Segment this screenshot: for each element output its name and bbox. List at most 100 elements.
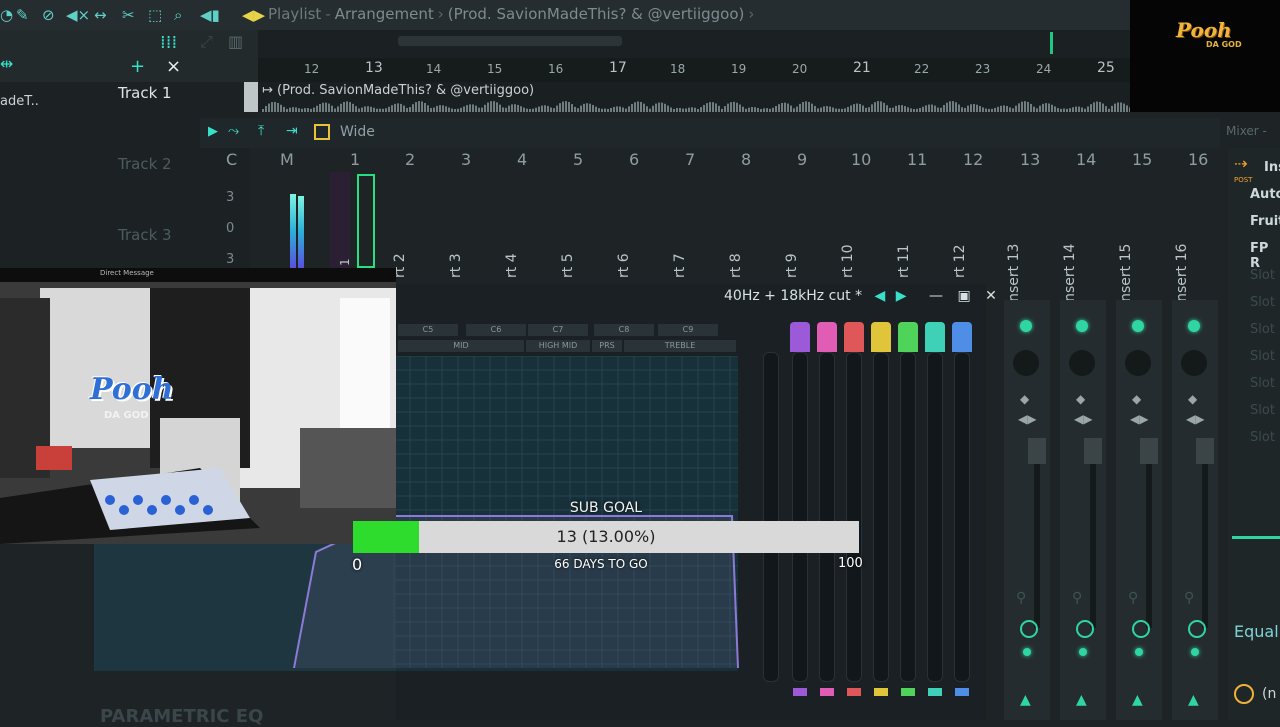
band-button-c6[interactable]: C6 (466, 324, 526, 336)
time-ruler[interactable]: 12 13 14 15 16 17 18 19 20 21 22 23 24 25 (258, 58, 1130, 82)
ruler-mark-23[interactable]: 23 (975, 62, 990, 76)
eq-band-6-track[interactable] (927, 352, 943, 682)
route-icon[interactable]: ⤳ (228, 123, 239, 139)
ruler-mark-20[interactable]: 20 (792, 62, 807, 76)
pan-knob[interactable] (1125, 350, 1151, 376)
swap-channels-icon[interactable]: ◀▶ (1130, 412, 1148, 426)
swap-channels-icon[interactable]: ◀▶ (1186, 412, 1204, 426)
route-up-icon[interactable]: ▲ (1188, 692, 1199, 708)
fx-slot[interactable]: Slot (1250, 295, 1275, 310)
mixer-channel-14[interactable]: 14 (1076, 150, 1096, 169)
band-button-c9[interactable]: C9 (658, 324, 718, 336)
mixer-channel-5[interactable]: 5 (573, 150, 583, 169)
insert-1-meter[interactable] (330, 172, 350, 268)
route-mic-icon[interactable]: ⚲ (1072, 590, 1082, 606)
fx-slot[interactable]: Slot (1250, 322, 1275, 337)
route-up-icon[interactable]: ▲ (1020, 692, 1031, 708)
eq-band-5-track[interactable] (900, 352, 916, 682)
ruler-mark-19[interactable]: 19 (731, 62, 746, 76)
snap-icon[interactable]: ⇹ (0, 54, 13, 73)
band-button-c8[interactable]: C8 (594, 324, 654, 336)
route-led[interactable] (1079, 648, 1087, 656)
mixer-channel-11[interactable]: 11 (907, 150, 927, 169)
breadcrumb-section[interactable]: Arrangement (335, 5, 434, 23)
close-eq-icon[interactable]: ✕ (985, 288, 997, 304)
master-gain-track[interactable] (763, 352, 779, 682)
route-up-icon[interactable]: ▲ (1076, 692, 1087, 708)
fx-slot[interactable]: Slot (1250, 376, 1275, 391)
insert-label[interactable]: Insert 14 (1062, 244, 1078, 306)
mute-tool-icon[interactable]: ⊘ (42, 6, 55, 24)
ruler-mark-17[interactable]: 17 (609, 60, 627, 76)
volume-fader[interactable] (1140, 438, 1158, 464)
mixer-channel-3[interactable]: 3 (461, 150, 471, 169)
export-icon[interactable]: ⤒ (258, 123, 264, 139)
route-mic-icon[interactable]: ⚲ (1184, 590, 1194, 606)
mixer-channel-2[interactable]: 2 (405, 150, 415, 169)
equalizer-label[interactable]: Equaliz (1234, 622, 1280, 641)
insert-active-led[interactable] (1076, 320, 1088, 332)
pointer-icon[interactable]: ✎ (16, 6, 29, 24)
volume-fader[interactable] (1084, 438, 1102, 464)
pan-knob[interactable] (1181, 350, 1207, 376)
eq-band-5-handle[interactable] (898, 322, 918, 352)
band-range-treble[interactable]: TREBLE (624, 340, 736, 352)
time-icon[interactable] (1234, 684, 1254, 704)
track-1-label[interactable]: Track 1 (118, 84, 172, 102)
volume-fader-track[interactable] (1034, 438, 1040, 628)
mixer-channel-13[interactable]: 13 (1020, 150, 1040, 169)
eq-band-4-track[interactable] (873, 352, 889, 682)
piano-icon[interactable]: ▥ (228, 32, 243, 51)
band-range-prs[interactable]: PRS (592, 340, 622, 352)
mixer-channel-9[interactable]: 9 (797, 150, 807, 169)
route-led[interactable] (1023, 648, 1031, 656)
mixer-channel-6[interactable]: 6 (629, 150, 639, 169)
insert-label-short[interactable]: rt 5 (560, 253, 576, 278)
timeline-overview[interactable] (258, 30, 1130, 58)
route-mic-icon[interactable]: ⚲ (1016, 590, 1026, 606)
sidechain-icon[interactable]: ⇥ (286, 123, 298, 139)
eq-band-7-track[interactable] (954, 352, 970, 682)
slice-icon[interactable]: ✂ (122, 6, 135, 24)
play-icon[interactable]: ▶ (208, 124, 218, 139)
fx-slot[interactable]: Fruit (1250, 214, 1280, 229)
add-icon[interactable]: + (130, 56, 145, 77)
fx-slot[interactable]: Inse (1264, 160, 1280, 175)
ruler-mark-16[interactable]: 16 (548, 62, 563, 76)
insert-label-short[interactable]: rt 3 (448, 253, 464, 278)
route-led[interactable] (1191, 648, 1199, 656)
track-3-label[interactable]: Track 3 (118, 226, 172, 244)
mixer-channel-1[interactable]: 1 (350, 150, 360, 169)
mixer-channel-12[interactable]: 12 (963, 150, 983, 169)
ruler-mark-25[interactable]: 25 (1097, 60, 1115, 76)
eq-band-2-track[interactable] (819, 352, 835, 682)
insert-label-short[interactable]: rt 12 (952, 244, 968, 278)
insert-label-short[interactable]: rt 7 (672, 253, 688, 278)
band-button-c5[interactable]: C5 (398, 324, 458, 336)
eq-band-7-handle[interactable] (952, 322, 972, 352)
eq-band-1-track[interactable] (792, 352, 808, 682)
post-icon[interactable]: ⇢ (1234, 154, 1247, 173)
mixer-channel-15[interactable]: 15 (1132, 150, 1152, 169)
insert-label-short[interactable]: rt 6 (616, 253, 632, 278)
insert-label-short[interactable]: rt 10 (840, 244, 856, 278)
send-icon[interactable] (1020, 620, 1038, 638)
send-icon[interactable] (1076, 620, 1094, 638)
minimize-icon[interactable]: — (929, 288, 943, 304)
route-led[interactable] (1135, 648, 1143, 656)
track-2-label[interactable]: Track 2 (118, 155, 172, 173)
insert-1-selected[interactable] (357, 174, 375, 268)
zoom-icon[interactable]: ⌕ (174, 6, 182, 24)
mixer-channel-8[interactable]: 8 (741, 150, 751, 169)
insert-label[interactable]: Insert 16 (1174, 244, 1190, 306)
band-range-mid[interactable]: MID (398, 340, 524, 352)
swap-channels-icon[interactable]: ◀▶ (1074, 412, 1092, 426)
mixer-channel-7[interactable]: 7 (685, 150, 695, 169)
stereo-separation-icon[interactable]: ◆ (1188, 392, 1197, 406)
waveform-icon[interactable]: ⁞⁞⁞ (160, 32, 177, 53)
fx-slot[interactable]: FP R (1250, 241, 1280, 271)
speaker-mute-icon[interactable]: ◀× (66, 6, 90, 24)
next-preset-icon[interactable]: ▶ (896, 288, 907, 304)
stereo-separation-icon[interactable]: ◆ (1132, 392, 1141, 406)
mixer-channel-C[interactable]: C (226, 150, 237, 169)
